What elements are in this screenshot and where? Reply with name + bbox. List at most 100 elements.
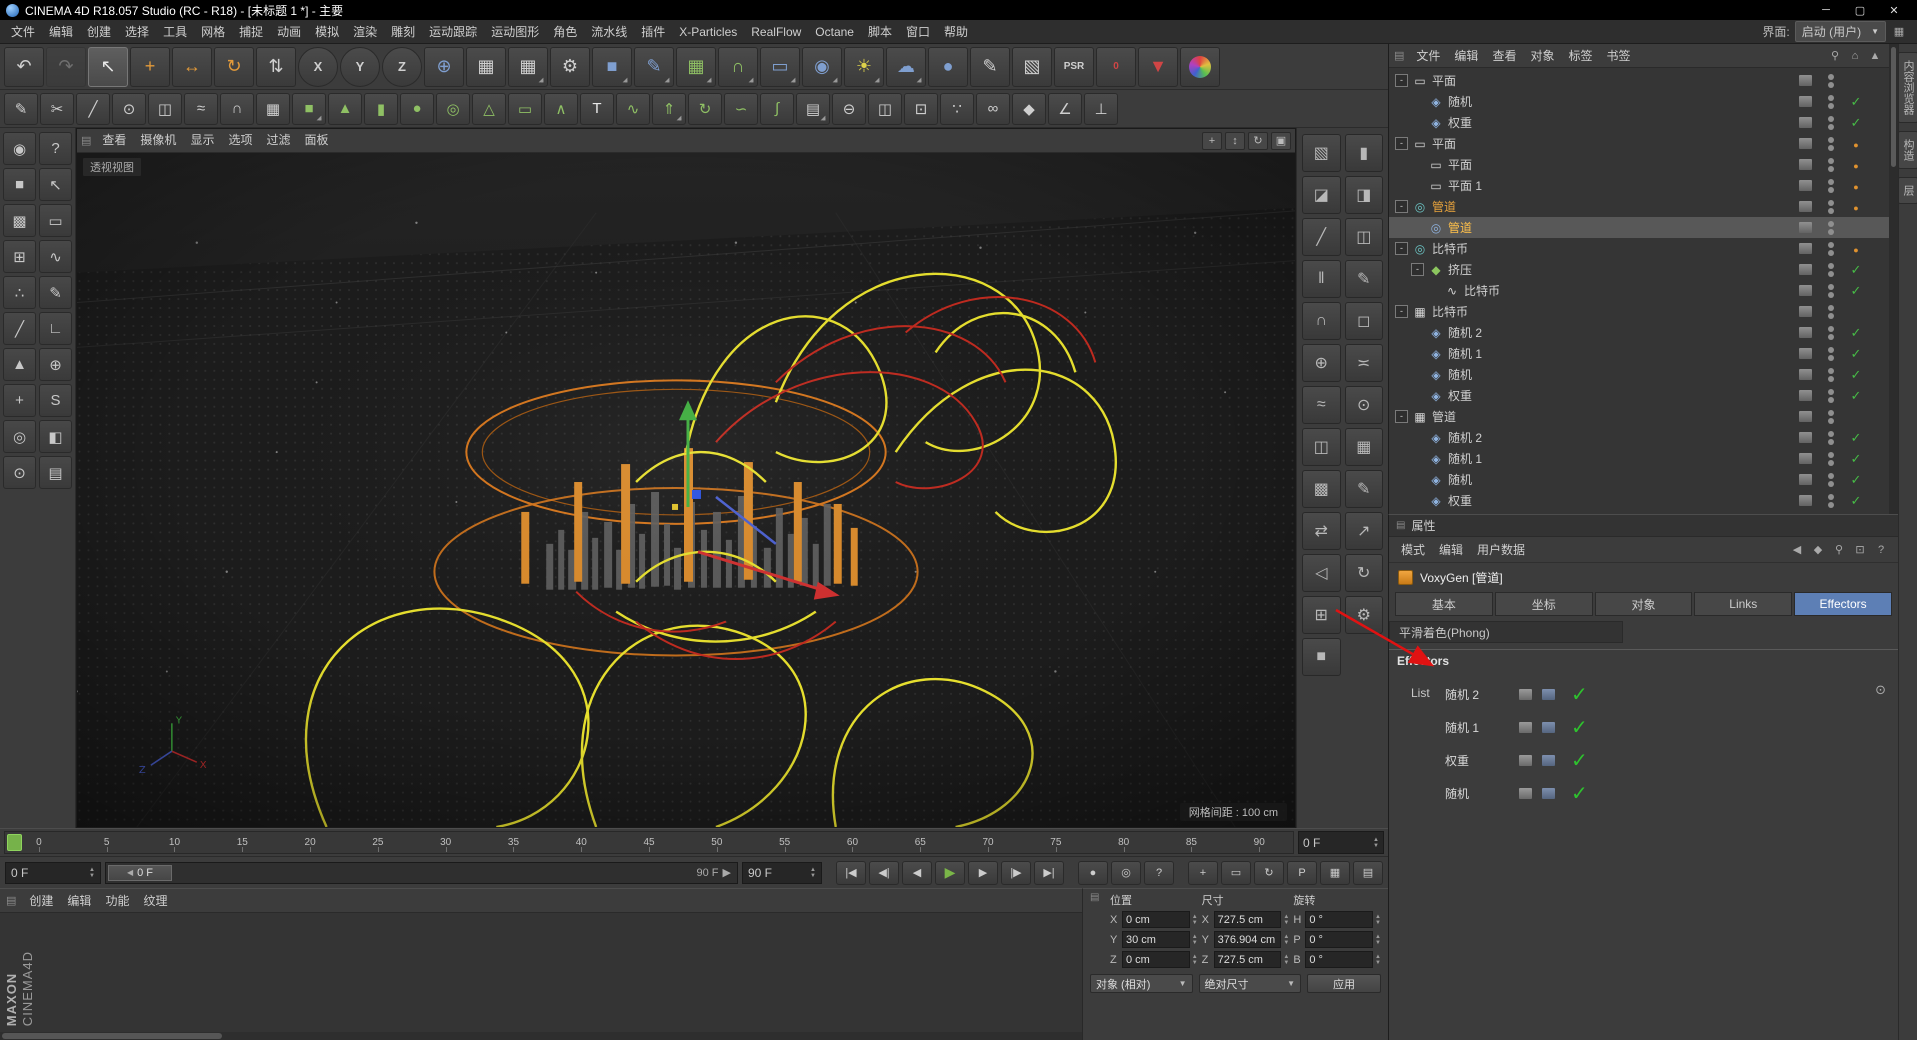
subdivide-icon[interactable]: ▦: [1345, 428, 1384, 466]
close-button[interactable]: ✕: [1877, 0, 1911, 20]
timeline-slider-handle[interactable]: ◀0 F: [108, 865, 172, 881]
enable-badge[interactable]: [1848, 137, 1864, 151]
cut-icon[interactable]: ✂: [40, 93, 74, 125]
scroll-top-icon[interactable]: ▲: [1867, 48, 1883, 64]
y-axis-lock-icon[interactable]: Y: [340, 47, 380, 87]
menu-item[interactable]: 运动跟踪: [422, 20, 484, 44]
rotation-input[interactable]: 0 °: [1305, 951, 1373, 968]
visibility-dots[interactable]: [1828, 431, 1834, 445]
tree-row[interactable]: ▭ 平面 1: [1389, 175, 1898, 196]
tree-row[interactable]: ◈ 权重: [1389, 385, 1898, 406]
rotate-view-icon[interactable]: ↻: [1248, 132, 1268, 150]
goto-end-button[interactable]: ▶|: [1034, 861, 1064, 885]
move-cut-icon[interactable]: ▧: [1302, 134, 1341, 172]
viewport-menu-item[interactable]: 选项: [221, 129, 259, 152]
tree-row[interactable]: - ▦ 比特币: [1389, 301, 1898, 322]
layer-color-toggle[interactable]: [1799, 138, 1812, 149]
fill-bucket-icon[interactable]: ◧: [39, 420, 72, 453]
rotation-input[interactable]: 0 °: [1305, 911, 1373, 928]
nudge-right-icon[interactable]: ▶: [723, 866, 731, 879]
texture-mode-icon[interactable]: ▩: [3, 204, 36, 237]
coordinate-mode-dropdown[interactable]: 对象 (相对)▼: [1090, 974, 1193, 993]
search-icon[interactable]: ⚲: [1827, 48, 1843, 64]
menu-item[interactable]: 选择: [118, 20, 156, 44]
tree-row[interactable]: - ◆ 挤压: [1389, 259, 1898, 280]
visibility-dots[interactable]: [1828, 305, 1834, 319]
menu-item[interactable]: 流水线: [584, 20, 634, 44]
x-axis-lock-icon[interactable]: X: [298, 47, 338, 87]
platonic-icon[interactable]: ◆: [1012, 93, 1046, 125]
tree-row[interactable]: ◈ 权重: [1389, 112, 1898, 133]
position-input[interactable]: 0 cm: [1122, 911, 1190, 928]
loft-generator-icon[interactable]: ∽: [724, 93, 758, 125]
enable-badge[interactable]: [1848, 200, 1864, 214]
visibility-dots[interactable]: [1828, 221, 1834, 235]
layer-color-toggle[interactable]: [1799, 285, 1812, 296]
layer-color-toggle[interactable]: [1799, 411, 1812, 422]
material-menu-item[interactable]: 功能: [98, 889, 136, 913]
enable-badge[interactable]: [1848, 325, 1864, 341]
previous-frame-button[interactable]: ◀: [902, 861, 932, 885]
scale-tool-icon[interactable]: ↔: [172, 47, 212, 87]
layer-color-toggle[interactable]: [1799, 348, 1812, 359]
matrix-tool-icon[interactable]: ▩: [1302, 470, 1341, 508]
expand-toggle-icon[interactable]: -: [1395, 242, 1408, 255]
visibility-dots[interactable]: [1828, 179, 1834, 193]
smooth-tool-icon[interactable]: ≈: [1302, 386, 1341, 424]
bend-deformer-icon[interactable]: ∩: [718, 47, 758, 87]
psr-badge[interactable]: PSR: [1054, 47, 1094, 87]
expand-toggle-icon[interactable]: -: [1395, 74, 1408, 87]
expand-toggle-icon[interactable]: -: [1395, 410, 1408, 423]
minimize-button[interactable]: ─: [1809, 0, 1843, 20]
tree-row[interactable]: ◈ 随机 2: [1389, 322, 1898, 343]
layer-color-toggle[interactable]: [1799, 243, 1812, 254]
polygon-pen-icon[interactable]: ✎: [4, 93, 38, 125]
spinner-icon[interactable]: ▲▼: [1192, 914, 1198, 926]
menu-item[interactable]: 帮助: [937, 20, 975, 44]
boole-icon[interactable]: ⊖: [832, 93, 866, 125]
attribute-tab[interactable]: 基本: [1395, 592, 1493, 616]
help-icon[interactable]: ?: [39, 132, 72, 165]
polygon-mode-icon[interactable]: ▲: [3, 348, 36, 381]
slide-tool-icon[interactable]: ⇄: [1302, 512, 1341, 550]
attribute-tab[interactable]: 对象: [1595, 592, 1693, 616]
enable-badge[interactable]: [1848, 430, 1864, 446]
visibility-dots[interactable]: [1828, 263, 1834, 277]
cylinder-tool-icon[interactable]: ▮: [1345, 134, 1384, 172]
polygon-select-icon[interactable]: ✎: [39, 276, 72, 309]
goto-start-button[interactable]: |◀: [836, 861, 866, 885]
enable-badge[interactable]: [1848, 283, 1864, 299]
brush-tool-icon[interactable]: ✎: [1345, 470, 1384, 508]
layer-color-toggle[interactable]: [1799, 180, 1812, 191]
mirror-tool-icon[interactable]: ◫: [1302, 428, 1341, 466]
menu-item[interactable]: 网格: [194, 20, 232, 44]
menu-item[interactable]: 文件: [4, 20, 42, 44]
camera-nav-icon[interactable]: ⊕: [39, 348, 72, 381]
layer-color-toggle[interactable]: [1799, 369, 1812, 380]
record-keyframe-button[interactable]: ●: [1078, 861, 1108, 885]
material-menu-item[interactable]: 创建: [22, 889, 60, 913]
visibility-dots[interactable]: [1828, 284, 1834, 298]
layer-color-toggle[interactable]: [1799, 390, 1812, 401]
layer-color-toggle[interactable]: [1799, 453, 1812, 464]
effector-enabled-check[interactable]: ✓: [1571, 715, 1588, 740]
recent-tools-icon[interactable]: ⇅: [256, 47, 296, 87]
expand-toggle-icon[interactable]: -: [1411, 263, 1424, 276]
plane-cut-icon[interactable]: ◫: [1345, 218, 1384, 256]
tessellate-icon[interactable]: ▦: [256, 93, 290, 125]
layer-color-toggle[interactable]: [1799, 306, 1812, 317]
size-mode-dropdown[interactable]: 绝对尺寸▼: [1199, 974, 1302, 993]
object-menu-item[interactable]: 标签: [1561, 44, 1599, 68]
visibility-dots[interactable]: [1828, 242, 1834, 256]
menu-item[interactable]: 插件: [634, 20, 672, 44]
enable-badge[interactable]: [1848, 472, 1864, 488]
menu-item[interactable]: X-Particles: [672, 20, 744, 44]
render-settings-icon[interactable]: ⚙: [550, 47, 590, 87]
gear-icon[interactable]: ⚙: [1345, 596, 1384, 634]
spinner-icon[interactable]: ▲▼: [1192, 954, 1198, 966]
layer-color-toggle[interactable]: [1799, 222, 1812, 233]
metaball-icon[interactable]: ∵: [940, 93, 974, 125]
previous-key-button[interactable]: ◀|: [869, 861, 899, 885]
text-spline-icon[interactable]: T: [580, 93, 614, 125]
spinner-icon[interactable]: ▲▼: [810, 867, 816, 879]
